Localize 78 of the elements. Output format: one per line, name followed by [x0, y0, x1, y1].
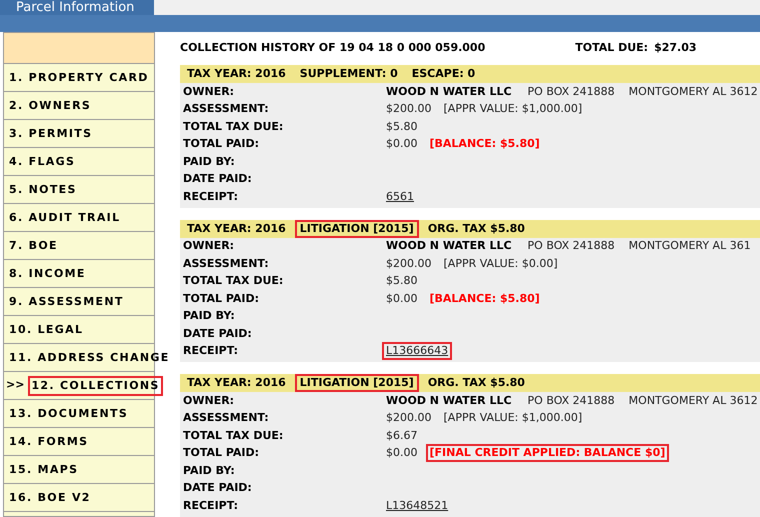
balance-note: [BALANCE: $5.80]	[428, 136, 541, 152]
sidebar-item[interactable]: 6. AUDIT TRAIL	[6, 208, 124, 228]
field-value: $0.00	[385, 290, 418, 307]
field-value: $5.80	[385, 273, 418, 290]
sidebar-item[interactable]: 15. MAPS	[6, 460, 82, 480]
field-value: $0.00	[385, 136, 418, 152]
sidebar-item[interactable]: 3. PERMITS	[6, 124, 96, 144]
field-label: TOTAL PAID:	[182, 445, 260, 461]
field-value: $200.00	[385, 101, 432, 118]
sidebar-item[interactable]: 7. BOE	[6, 236, 61, 256]
sidebar-item[interactable]: 11. ADDRESS CHANGE	[6, 348, 173, 368]
field-label: TOTAL TAX DUE:	[182, 118, 284, 134]
field-label: PAID BY:	[182, 462, 236, 478]
owner-name: WOOD N WATER LLC	[385, 84, 513, 100]
header-text: ESCAPE: 0	[410, 66, 476, 82]
field-value: $200.00	[385, 256, 432, 272]
field-value: MONTGOMERY AL 361	[628, 238, 752, 254]
field-value: $200.00	[385, 410, 432, 426]
field-label: TOTAL PAID:	[182, 136, 260, 152]
balance-note: [FINAL CREDIT APPLIED: BALANCE $0]	[426, 444, 670, 462]
field-value: $6.67	[385, 428, 418, 444]
field-label: TOTAL TAX DUE:	[182, 428, 284, 444]
receipt-link[interactable]: L13648521	[382, 496, 452, 515]
field-label: RECEIPT:	[182, 498, 240, 514]
sidebar-item[interactable]: 2. OWNERS	[6, 96, 94, 116]
sidebar-item[interactable]: 8. INCOME	[6, 264, 89, 284]
header-text: TAX YEAR: 2016	[186, 375, 287, 391]
field-value: $5.80	[385, 118, 418, 135]
field-label: OWNER:	[182, 392, 236, 408]
pointer-marker: >>	[6, 377, 24, 394]
field-label: ASSESSMENT:	[182, 101, 270, 117]
total-due-label: TOTAL DUE:	[575, 40, 648, 56]
field-value: PO BOX 241888	[526, 238, 616, 254]
sidebar-item[interactable]: 1. PROPERTY CARD	[6, 68, 152, 88]
field-label: TOTAL TAX DUE:	[182, 273, 284, 289]
sidebar-item[interactable]: 16. BOE V2	[6, 488, 94, 508]
owner-name: WOOD N WATER LLC	[385, 392, 513, 409]
field-label: DATE PAID:	[182, 171, 253, 187]
field-value: MONTGOMERY AL 3612	[628, 84, 759, 100]
field-label: RECEIPT:	[182, 188, 240, 204]
sidebar-item[interactable]: 9. ASSESSMENT	[6, 292, 127, 312]
field-label: RECEIPT:	[182, 343, 240, 359]
field-label: DATE PAID:	[182, 480, 253, 496]
field-value: PO BOX 241888	[526, 84, 616, 100]
field-label: DATE PAID:	[182, 326, 253, 342]
header-text: LITIGATION [2015]	[294, 220, 419, 238]
receipt-link[interactable]: L13666643	[382, 342, 452, 360]
field-value: PO BOX 241888	[526, 392, 616, 409]
sidebar-item[interactable]: 14. FORMS	[6, 432, 92, 452]
sidebar-item[interactable]: 4. FLAGS	[6, 152, 78, 172]
sidebar-item[interactable]: 12. COLLECTIONS	[28, 376, 163, 396]
header-text: TAX YEAR: 2016	[186, 220, 287, 236]
field-label: ASSESSMENT:	[182, 410, 270, 426]
field-value: [APPR VALUE: $0.00]	[442, 256, 559, 272]
header-text: TAX YEAR: 2016	[186, 66, 287, 82]
sidebar-item[interactable]: 13. DOCUMENTS	[6, 404, 132, 424]
total-due-amount: $27.03	[654, 40, 697, 56]
field-value: [APPR VALUE: $1,000.00]	[442, 410, 584, 426]
field-value: MONTGOMERY AL 3612	[628, 392, 759, 409]
receipt-link[interactable]: 6561	[382, 188, 418, 206]
header-text: ORG. TAX $5.80	[426, 220, 526, 236]
parcel-information-tab[interactable]: Parcel Information	[0, 0, 154, 15]
header-text: SUPPLEMENT: 0	[298, 66, 399, 82]
field-label: PAID BY:	[182, 308, 236, 324]
field-label: PAID BY:	[182, 154, 236, 170]
sidebar-item[interactable]: 5. NOTES	[6, 180, 80, 200]
field-label: TOTAL PAID:	[182, 290, 260, 306]
owner-name: WOOD N WATER LLC	[385, 238, 513, 254]
field-value: [APPR VALUE: $1,000.00]	[442, 101, 584, 118]
collection-history-title: COLLECTION HISTORY OF 19 04 18 0 000 059.000	[180, 40, 486, 56]
balance-note: [BALANCE: $5.80]	[428, 290, 541, 307]
sidebar-item[interactable]: 10. LEGAL	[6, 320, 86, 340]
field-value: $0.00	[385, 445, 418, 462]
field-label: OWNER:	[182, 84, 236, 100]
field-label: OWNER:	[182, 238, 236, 254]
header-text: ORG. TAX $5.80	[426, 375, 526, 391]
header-text: LITIGATION [2015]	[294, 374, 419, 392]
field-label: ASSESSMENT:	[182, 256, 270, 272]
